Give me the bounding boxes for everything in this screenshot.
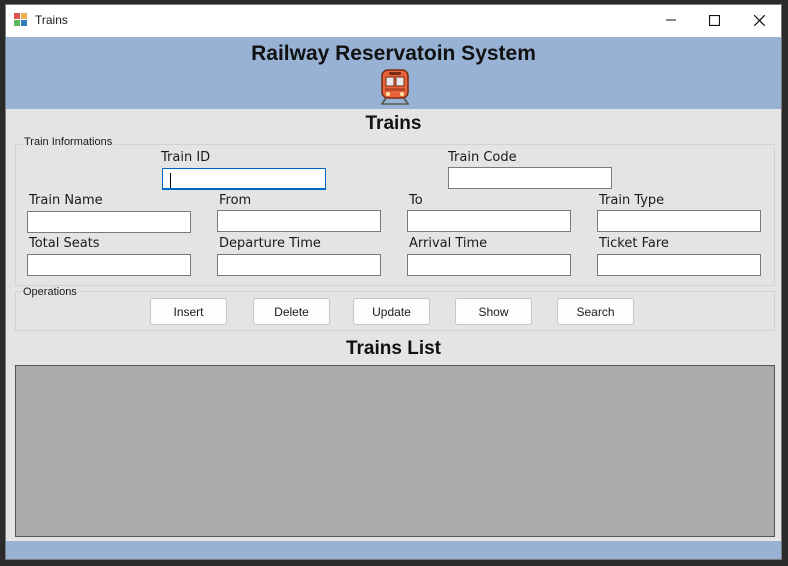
train-name-input[interactable] [27,211,191,233]
minimize-button[interactable] [649,5,693,35]
train-icon [381,69,409,105]
app-header: Railway Reservatoin System [6,37,781,109]
footer-bar [6,541,781,559]
arrival-time-input[interactable] [407,254,571,276]
trains-data-grid[interactable] [15,365,775,537]
show-button[interactable]: Show [455,298,532,325]
train-code-label: Train Code [448,150,517,165]
from-input[interactable] [217,210,381,232]
train-info-group-label: Train Informations [23,136,114,148]
trains-list-title: Trains List [345,338,442,359]
maximize-button[interactable] [692,5,736,35]
departure-time-label: Departure Time [219,236,321,251]
train-id-input[interactable] [162,168,326,190]
maximize-icon [708,14,720,26]
train-type-label: Train Type [599,193,665,208]
trains-window: Trains Railway Reservatoin System Trains… [5,4,782,560]
to-input[interactable] [407,210,571,232]
minimize-icon [666,19,676,21]
arrival-time-label: Arrival Time [409,236,488,251]
from-label: From [219,193,252,208]
text-caret [170,173,171,188]
departure-time-input[interactable] [217,254,381,276]
window-title: Trains [35,13,68,27]
section-title: Trains [365,113,422,134]
train-id-label: Train ID [161,150,211,165]
operations-group-label: Operations [22,286,78,298]
train-name-label: Train Name [29,193,103,208]
total-seats-label: Total Seats [29,236,100,251]
train-type-input[interactable] [597,210,761,232]
close-button[interactable] [737,5,781,35]
search-button[interactable]: Search [557,298,634,325]
to-label: To [409,193,423,208]
insert-button[interactable]: Insert [150,298,227,325]
app-title: Railway Reservatoin System [251,42,536,65]
update-button[interactable]: Update [353,298,430,325]
delete-button[interactable]: Delete [253,298,330,325]
train-code-input[interactable] [448,167,612,189]
app-icon [14,13,27,26]
ticket-fare-input[interactable] [597,254,761,276]
total-seats-input[interactable] [27,254,191,276]
ticket-fare-label: Ticket Fare [599,236,669,251]
close-icon [753,14,765,26]
title-bar[interactable]: Trains [6,5,781,38]
